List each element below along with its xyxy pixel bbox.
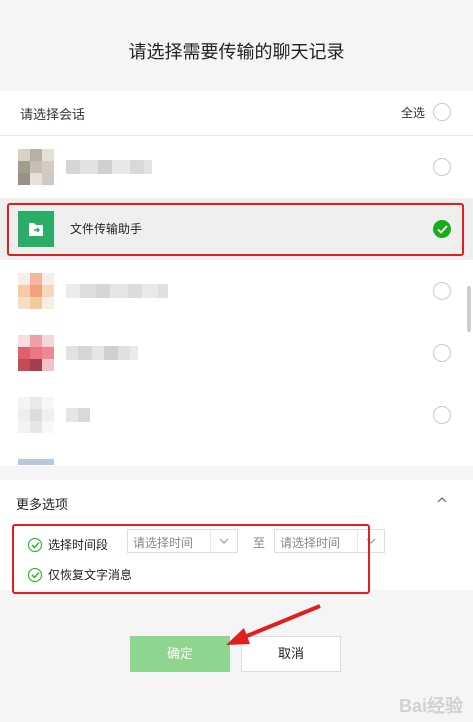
select-all-radio[interactable] [433,103,451,121]
chevron-up-icon[interactable] [437,497,447,503]
watermark: Bai经验 [398,696,463,716]
blurred-name [66,160,152,174]
avatar [18,149,54,185]
conversation-row[interactable] [0,446,473,466]
conversation-radio[interactable] [433,406,451,424]
conversation-radio[interactable] [433,282,451,300]
conversation-list[interactable]: 文件传输助手 [0,136,473,466]
blurred-name [66,346,138,360]
highlight-box-options [12,524,370,594]
confirm-button[interactable]: 确定 [130,636,230,672]
conversation-radio[interactable] [433,158,451,176]
conversation-row[interactable] [0,260,473,322]
conversation-radio[interactable] [433,344,451,362]
avatar [18,459,54,466]
highlight-box-conversation [7,203,464,256]
list-scrollbar[interactable] [467,286,471,332]
select-all-label[interactable]: 全选 [401,104,425,121]
avatar [18,273,54,309]
avatar [18,397,54,433]
blurred-name [66,408,90,422]
blurred-name [66,284,168,298]
conversation-row[interactable] [0,136,473,198]
conversation-list-header: 请选择会话 全选 [0,91,473,136]
conversation-row[interactable] [0,384,473,446]
red-arrow-icon [226,604,321,645]
dialog-title: 请选择需要传输的聊天记录 [128,42,345,62]
select-conversation-label: 请选择会话 [20,107,86,122]
avatar [18,335,54,371]
more-options-header: 更多选项 [16,497,69,512]
conversation-row[interactable] [0,322,473,384]
